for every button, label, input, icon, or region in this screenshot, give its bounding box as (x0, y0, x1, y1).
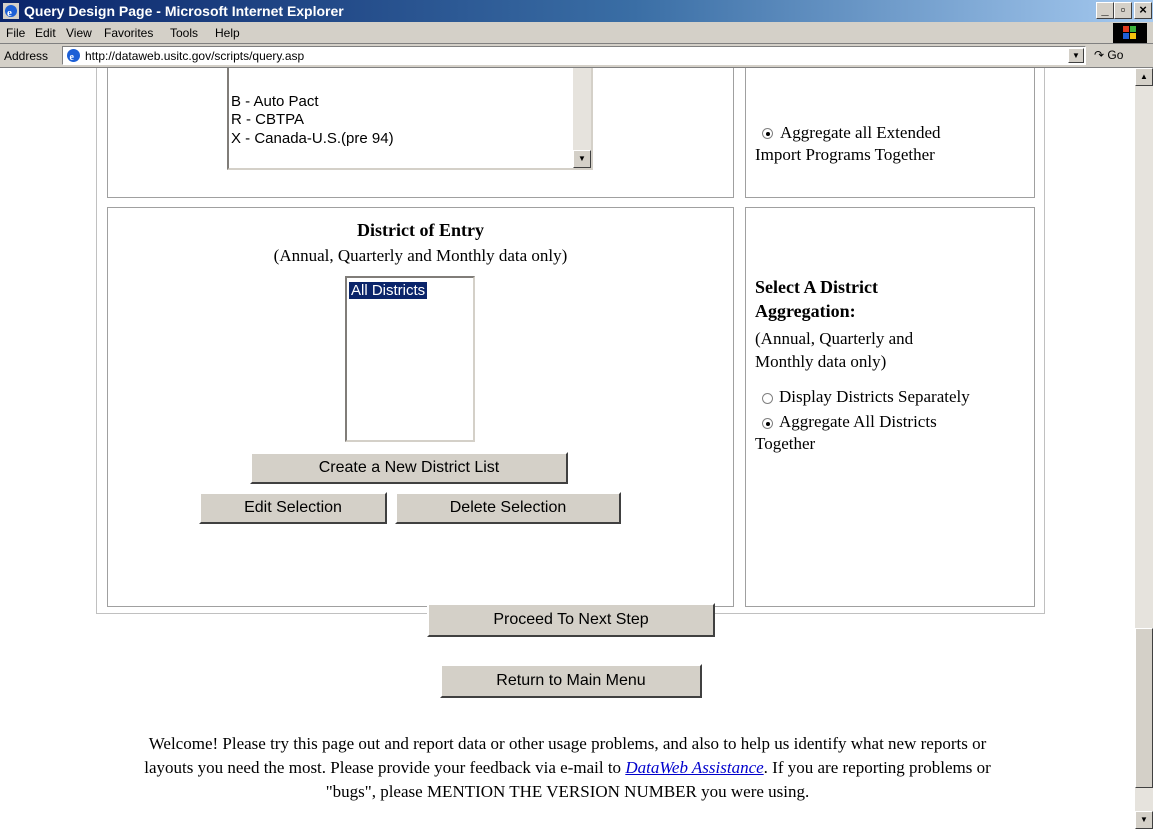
aggregation-title-2: Aggregation: (755, 301, 856, 321)
menu-file[interactable]: File (6, 26, 25, 40)
address-url: http://dataweb.usitc.gov/scripts/query.a… (85, 49, 305, 63)
menu-tools[interactable]: Tools (170, 26, 198, 40)
scroll-up-icon[interactable]: ▲ (1135, 68, 1153, 86)
aggregate-together-radio[interactable] (762, 418, 773, 429)
close-button[interactable]: × (1134, 2, 1152, 19)
district-of-entry-cell: District of Entry (Annual, Quarterly and… (107, 207, 734, 607)
chevron-down-icon[interactable]: ▼ (573, 150, 591, 168)
delete-selection-button[interactable]: Delete Selection (395, 492, 621, 524)
svg-text:e: e (7, 7, 12, 19)
address-bar: Address e http://dataweb.usitc.gov/scrip… (0, 44, 1153, 68)
menu-bar: File Edit View Favorites Tools Help (0, 22, 1153, 44)
welcome-line-2: layouts you need the most. Please provid… (0, 756, 1135, 780)
list-scrollbar[interactable]: ▼ (573, 68, 591, 168)
list-item[interactable]: R - CBTPA (231, 111, 304, 128)
address-label: Address (4, 49, 49, 63)
aggregation-note-2: Monthly data only) (755, 352, 887, 371)
address-dropdown-icon[interactable]: ▼ (1068, 48, 1084, 63)
title-bar: e Query Design Page - Microsoft Internet… (0, 0, 1153, 22)
import-aggregation-cell: Aggregate all Extended Import Programs T… (745, 68, 1035, 198)
return-main-menu-button[interactable]: Return to Main Menu (440, 664, 702, 698)
district-aggregation-cell: Select A District Aggregation: (Annual, … (745, 207, 1035, 607)
page-icon: e (67, 49, 80, 63)
scroll-down-icon[interactable]: ▼ (1135, 811, 1153, 829)
dataweb-assistance-link[interactable]: DataWeb Assistance (625, 758, 763, 777)
aggregate-import-label-1: Aggregate all Extended (780, 123, 941, 142)
minimize-button[interactable]: _ (1096, 2, 1114, 19)
go-button[interactable]: ↷ Go (1094, 48, 1123, 62)
district-list[interactable]: All Districts (345, 276, 475, 442)
create-district-list-button[interactable]: Create a New District List (250, 452, 568, 484)
aggregation-note-1: (Annual, Quarterly and (755, 329, 914, 348)
aggregate-import-label-2: Import Programs Together (755, 145, 935, 164)
display-separately-radio[interactable] (762, 393, 773, 404)
menu-edit[interactable]: Edit (35, 26, 56, 40)
menu-view[interactable]: View (66, 26, 92, 40)
go-label: Go (1107, 48, 1124, 62)
aggregate-import-radio[interactable] (762, 128, 773, 139)
menu-help[interactable]: Help (215, 26, 240, 40)
windows-logo-icon (1113, 23, 1147, 43)
window-title: Query Design Page - Microsoft Internet E… (24, 3, 344, 19)
go-arrow-icon: ↷ (1094, 48, 1105, 62)
internet-explorer-icon: e (3, 3, 19, 19)
display-separately-label: Display Districts Separately (779, 387, 970, 406)
welcome-message: Welcome! Please try this page out and re… (0, 732, 1135, 804)
welcome-line-1: Welcome! Please try this page out and re… (148, 734, 987, 753)
maximize-button[interactable]: ▫ (1114, 2, 1132, 19)
address-input[interactable]: e http://dataweb.usitc.gov/scripts/query… (62, 46, 1086, 65)
edit-selection-button[interactable]: Edit Selection (199, 492, 387, 524)
page-scrollbar[interactable]: ▲ ▼ (1135, 68, 1153, 829)
aggregate-together-label-2: Together (755, 434, 816, 453)
page-content: B - Auto Pact R - CBTPA X - Canada-U.S.(… (0, 68, 1135, 829)
district-heading: District of Entry (357, 220, 484, 240)
district-subheading: (Annual, Quarterly and Monthly data only… (273, 246, 568, 265)
scrollbar-thumb[interactable] (1135, 628, 1153, 788)
menu-favorites[interactable]: Favorites (104, 26, 153, 40)
list-item-all-districts[interactable]: All Districts (349, 282, 428, 299)
svg-text:e: e (70, 52, 75, 63)
welcome-line-3: "bugs", please MENTION THE VERSION NUMBE… (325, 782, 810, 801)
welcome-line-2-start: layouts you need the most. Please provid… (144, 758, 626, 777)
proceed-next-step-button[interactable]: Proceed To Next Step (427, 603, 715, 637)
import-program-cell: B - Auto Pact R - CBTPA X - Canada-U.S.(… (107, 68, 734, 198)
welcome-line-2-end: . If you are reporting problems or (763, 758, 991, 777)
list-item[interactable]: B - Auto Pact (231, 93, 319, 110)
aggregate-together-label-1: Aggregate All Districts (779, 412, 937, 431)
aggregation-title-1: Select A District (755, 277, 878, 297)
list-item[interactable]: X - Canada-U.S.(pre 94) (231, 130, 394, 147)
import-program-list[interactable]: B - Auto Pact R - CBTPA X - Canada-U.S.(… (227, 68, 593, 170)
